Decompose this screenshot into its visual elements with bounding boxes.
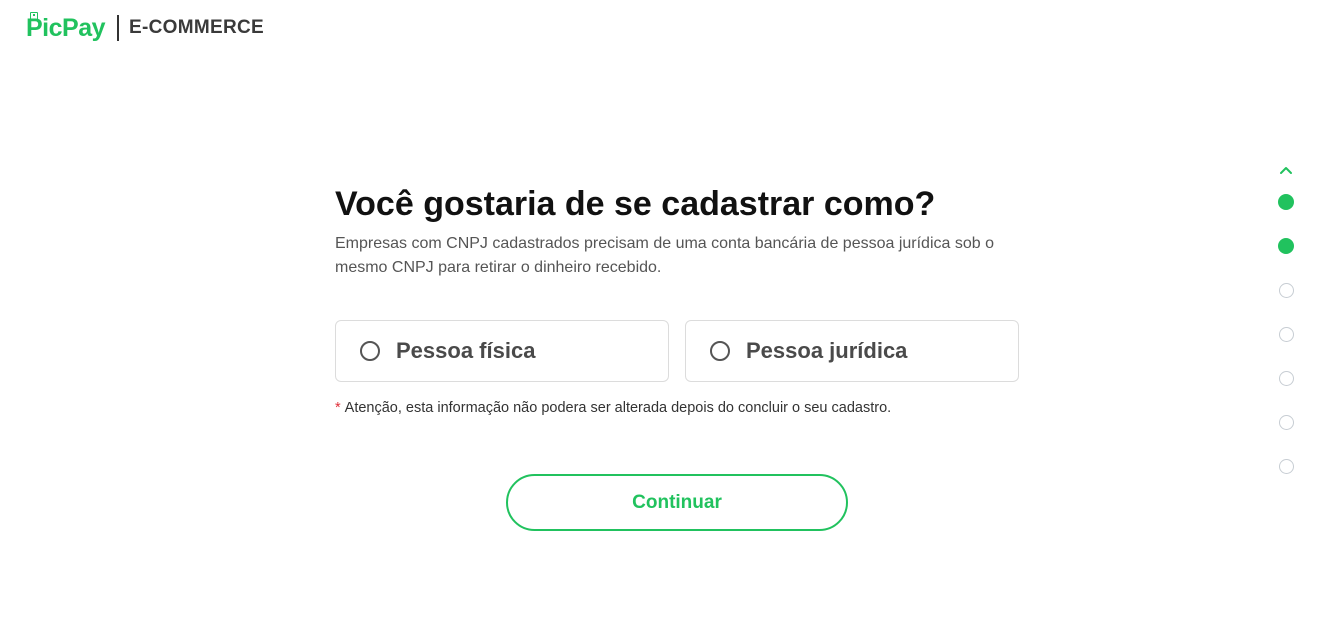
option-pessoa-fisica[interactable]: Pessoa física — [335, 320, 669, 382]
continue-button-wrap: Continuar — [335, 474, 1025, 531]
registration-form: Você gostaria de se cadastrar como? Empr… — [335, 178, 1025, 531]
person-type-options: Pessoa física Pessoa jurídica — [335, 320, 1025, 382]
page-subtitle: Empresas com CNPJ cadastrados precisam d… — [335, 235, 994, 276]
radio-button-pessoa-fisica[interactable] — [360, 341, 380, 361]
continue-button[interactable]: Continuar — [506, 474, 848, 531]
step-dot-2[interactable] — [1278, 238, 1294, 254]
step-dot-7[interactable] — [1278, 458, 1294, 474]
step-dot-1[interactable] — [1278, 194, 1294, 210]
step-dot-6[interactable] — [1278, 414, 1294, 430]
step-indicator — [1276, 160, 1296, 488]
required-marker: * — [335, 400, 341, 416]
option-pessoa-juridica[interactable]: Pessoa jurídica — [685, 320, 1019, 382]
brand-subtitle: E-COMMERCE — [129, 17, 264, 38]
step-dot-3[interactable] — [1278, 282, 1294, 298]
radio-button-pessoa-juridica[interactable] — [710, 341, 730, 361]
header-divider — [117, 15, 120, 41]
chevron-up-icon[interactable] — [1276, 160, 1296, 180]
page-title: Você gostaria de se cadastrar como? — [335, 185, 936, 223]
notice-text: Atenção, esta informação não podera ser … — [344, 400, 892, 416]
step-dot-5[interactable] — [1278, 370, 1294, 386]
option-label: Pessoa física — [396, 338, 536, 363]
step-dot-4[interactable] — [1278, 326, 1294, 342]
notice: * Atenção, esta informação não podera ser… — [335, 400, 1025, 416]
option-label: Pessoa jurídica — [746, 338, 908, 363]
header: PicPay E-COMMERCE — [26, 11, 264, 44]
qr-code-icon — [30, 11, 38, 20]
picpay-logo[interactable]: PicPay — [26, 11, 106, 43]
